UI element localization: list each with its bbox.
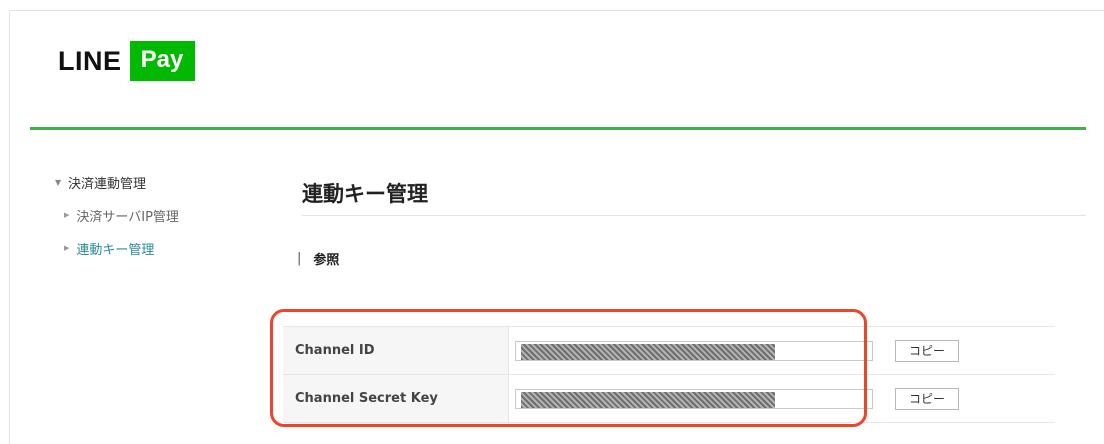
caret-down-icon: ▼ xyxy=(55,177,62,187)
section-heading: | 参照 xyxy=(297,249,339,268)
page-title: 連動キー管理 xyxy=(302,182,428,206)
triangle-right-icon: ▶ xyxy=(64,211,70,219)
section-label: 参照 xyxy=(313,253,340,268)
section-bar-icon: | xyxy=(297,251,302,266)
copy-channel-secret-button[interactable]: コピー xyxy=(895,387,959,410)
sidebar-item-label: 連動キー管理 xyxy=(76,242,155,258)
line-pay-logo[interactable]: LINE Pay xyxy=(58,41,195,81)
logo-pay-badge: Pay xyxy=(129,41,195,81)
title-divider xyxy=(302,215,1086,216)
sidebar-parent-payment-link[interactable]: ▼ 決済連動管理 xyxy=(55,173,147,192)
sidebar-item-label: 決済サーバIP管理 xyxy=(76,209,179,225)
highlight-annotation xyxy=(270,309,867,427)
triangle-right-icon: ▶ xyxy=(64,244,70,252)
copy-channel-id-button[interactable]: コピー xyxy=(895,339,959,362)
logo-line-text: LINE xyxy=(58,45,122,76)
sidebar-item-server-ip[interactable]: ▶ 決済サーバIP管理 xyxy=(64,206,179,225)
sidebar-parent-label: 決済連動管理 xyxy=(68,176,147,192)
sidebar: ▼ 決済連動管理 ▶ 決済サーバIP管理 ▶ 連動キー管理 xyxy=(55,173,179,258)
header-divider xyxy=(30,127,1086,130)
sidebar-item-link-key[interactable]: ▶ 連動キー管理 xyxy=(64,239,155,258)
